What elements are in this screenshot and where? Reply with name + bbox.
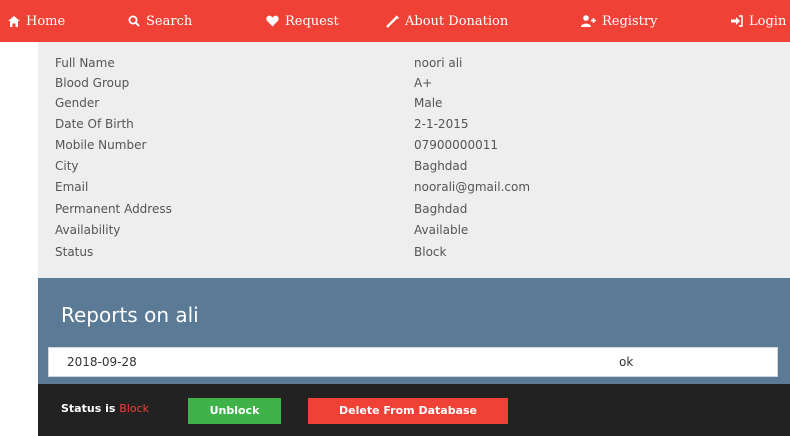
reports-title: Reports on ali [61,303,199,327]
reports-panel: Reports on ali 2018-09-28 ok [38,278,790,384]
detail-value: Baghdad [414,202,468,216]
detail-label: Gender [55,96,100,110]
detail-row-mobile-number: Mobile Number 07900000011 [55,135,775,155]
home-icon [8,15,20,27]
detail-label: Full Name [55,56,115,70]
nav-registry-label: Registry [602,13,658,29]
nav-login-label: Login [749,13,787,29]
nav-request-label: Request [285,13,339,29]
heart-icon [266,15,279,27]
detail-value: Male [414,96,443,110]
top-navbar: Home Search Request About Donation Regis… [0,0,790,42]
status-label: Status is [61,402,116,415]
donor-details-panel: Full Name noori ali Blood Group A+ Gende… [38,42,790,278]
detail-label: City [55,159,79,173]
detail-value: Available [414,223,469,237]
detail-value: noorali@gmail.com [414,180,531,194]
detail-label: Availability [55,223,121,237]
detail-value: A+ [414,76,433,90]
detail-row-full-name: Full Name noori ali [55,53,775,73]
nav-registry[interactable]: Registry [581,0,657,42]
nav-search[interactable]: Search [128,0,192,42]
detail-label: Permanent Address [55,202,172,216]
detail-label: Date Of Birth [55,117,134,131]
status-value: Block [119,402,149,415]
status-text: Status is Block [61,402,149,415]
sign-in-icon [731,15,743,27]
detail-value: 2-1-2015 [414,117,469,131]
nav-home[interactable]: Home [8,0,65,42]
nav-request[interactable]: Request [266,0,339,42]
search-icon [128,15,140,27]
nav-about-donation-label: About Donation [405,13,509,29]
detail-row-blood-group: Blood Group A+ [55,73,775,93]
detail-value: 07900000011 [414,138,498,152]
user-plus-icon [581,15,596,27]
nav-login[interactable]: Login [731,0,786,42]
report-date: 2018-09-28 [67,355,137,369]
status-bar: Status is Block Unblock Delete From Data… [38,384,790,436]
detail-label: Mobile Number [55,138,147,152]
detail-row-city: City Baghdad [55,156,775,176]
syringe-icon [386,14,399,28]
detail-row-permanent-address: Permanent Address Baghdad [55,199,775,219]
detail-row-email: Email noorali@gmail.com [55,177,775,197]
detail-label: Blood Group [55,76,130,90]
detail-row-status: Status Block [55,242,775,262]
nav-about-donation[interactable]: About Donation [386,0,508,42]
report-result: ok [619,355,634,369]
detail-value: Block [414,245,447,259]
detail-row-date-of-birth: Date Of Birth 2-1-2015 [55,114,775,134]
report-row: 2018-09-28 ok [48,347,778,377]
detail-row-gender: Gender Male [55,93,775,113]
detail-value: Baghdad [414,159,468,173]
nav-search-label: Search [146,13,193,29]
detail-row-availability: Availability Available [55,220,775,240]
delete-from-database-button[interactable]: Delete From Database [308,398,508,424]
nav-home-label: Home [26,13,66,29]
unblock-button[interactable]: Unblock [188,398,281,424]
detail-label: Status [55,245,94,259]
detail-value: noori ali [414,56,463,70]
detail-label: Email [55,180,89,194]
